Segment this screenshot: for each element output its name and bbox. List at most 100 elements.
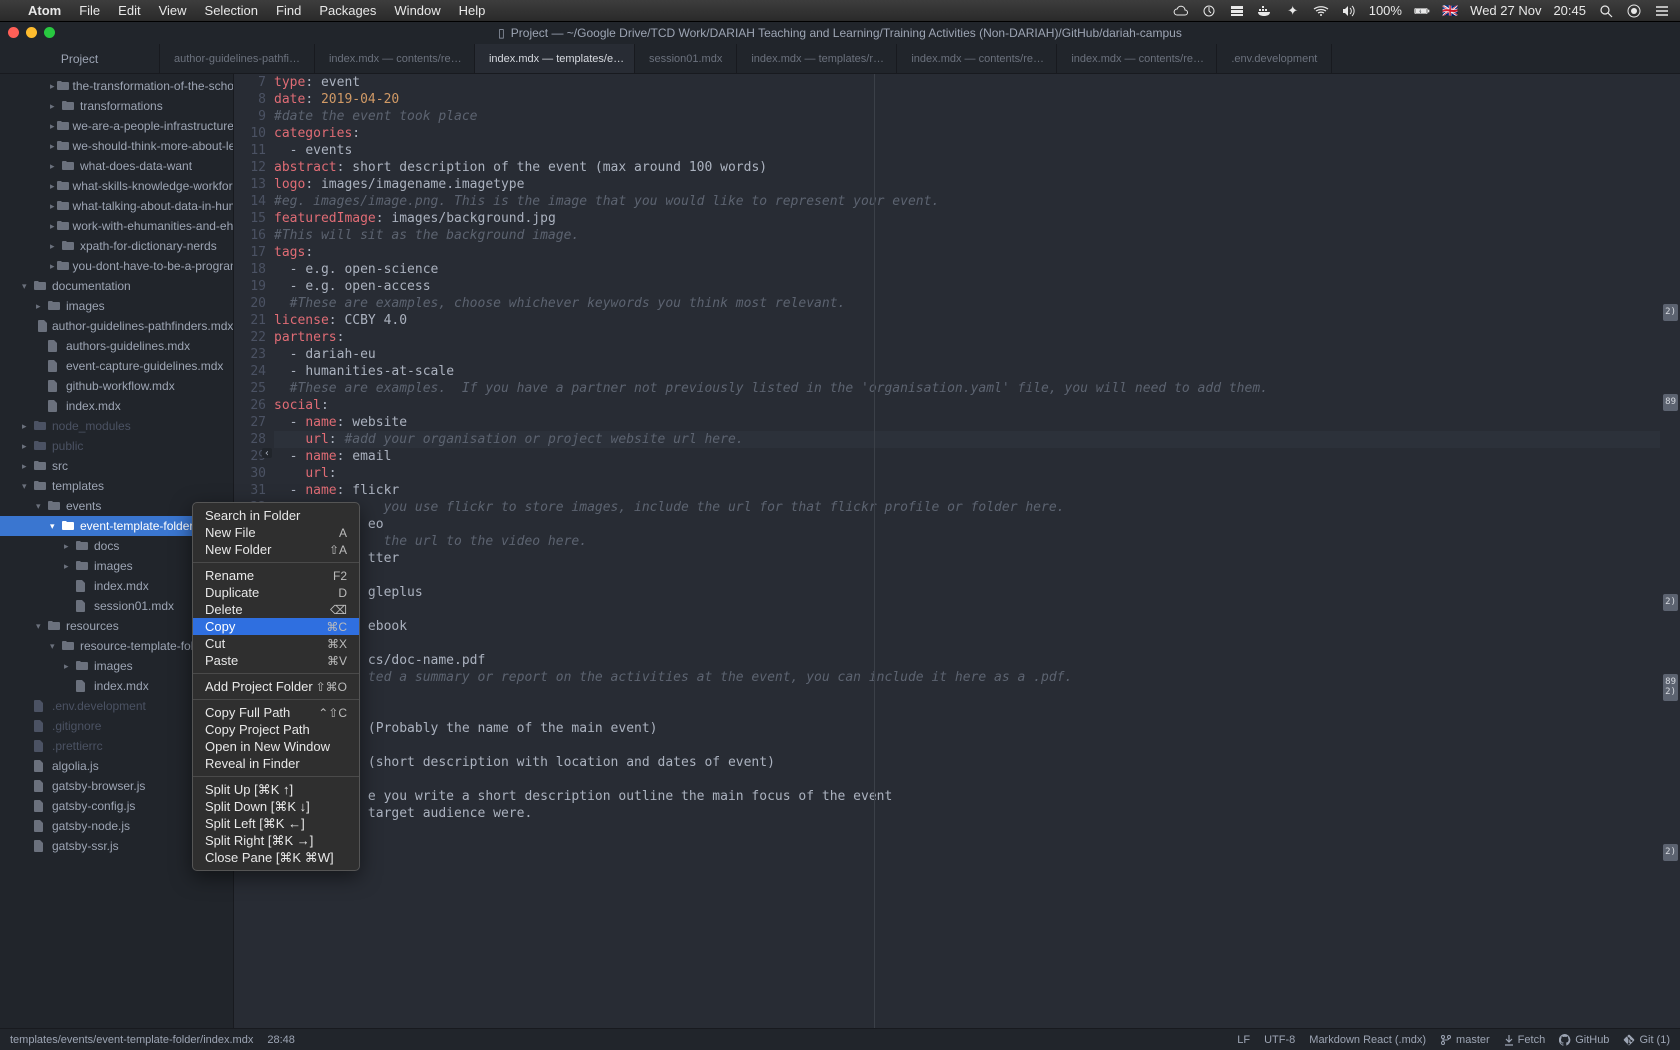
menu-item[interactable]: DuplicateD [193,584,359,601]
project-tab[interactable]: Project [0,44,160,73]
tree-folder[interactable]: ▸transformations [0,96,233,116]
menu-item[interactable]: Search in Folder [193,507,359,524]
menu-item[interactable]: Cut⌘X [193,635,359,652]
tree-folder[interactable]: ▸images [0,296,233,316]
menu-help[interactable]: Help [459,3,486,18]
menu-item[interactable]: Split Right [⌘K →] [193,832,359,849]
menu-window[interactable]: Window [394,3,440,18]
code-line[interactable]: #This will sit as the background image. [274,227,1660,244]
code-line[interactable]: ted a summary or report on the activitie… [274,669,1660,686]
menu-view[interactable]: View [159,3,187,18]
code-line[interactable]: abstract: short description of the event… [274,159,1660,176]
menu-find[interactable]: Find [276,3,301,18]
code-line[interactable]: type: event [274,74,1660,91]
wifi-icon[interactable] [1313,3,1329,19]
status-cursor[interactable]: 28:48 [267,1034,295,1046]
tree-folder[interactable]: ▸node_modules [0,416,233,436]
status-branch[interactable]: master [1440,1034,1490,1046]
chevron-icon[interactable]: ▸ [50,141,55,152]
menu-item[interactable]: New Folder⇧A [193,541,359,558]
menu-item[interactable]: Split Down [⌘K ↓] [193,798,359,815]
tree-file[interactable]: event-capture-guidelines.mdx [0,356,233,376]
menu-item[interactable]: Paste⌘V [193,652,359,669]
status-github[interactable]: GitHub [1559,1034,1609,1046]
chevron-icon[interactable]: ▸ [50,121,55,132]
menu-edit[interactable]: Edit [118,3,140,18]
tree-folder[interactable]: ▸xpath-for-dictionary-nerds [0,236,233,256]
cloud-icon[interactable] [1173,3,1189,19]
editor-tab[interactable]: index.mdx — contents/re… [1057,44,1217,73]
window-minimize-button[interactable] [26,27,37,38]
spotlight-icon[interactable] [1598,3,1614,19]
menubar-date[interactable]: Wed 27 Nov [1470,3,1541,18]
code-line[interactable]: - name: website [274,414,1660,431]
code-line[interactable]: (short description with location and dat… [274,754,1660,771]
code-line[interactable]: e you write a short description outline … [274,788,1660,805]
code-line[interactable]: url: [274,465,1660,482]
code-line[interactable]: #These are examples. If you have a partn… [274,380,1660,397]
tree-folder[interactable]: ▸what-does-data-want [0,156,233,176]
code-line[interactable]: tter [274,550,1660,567]
code-area[interactable]: ‹ type: eventdate: 2019-04-20#date the e… [274,74,1660,1028]
code-line[interactable]: featuredImage: images/background.jpg [274,210,1660,227]
code-line[interactable]: the url to the video here. [274,533,1660,550]
tree-folder[interactable]: ▸work-with-ehumanities-and-eherit [0,216,233,236]
code-line[interactable]: eo [274,516,1660,533]
chevron-icon[interactable]: ▸ [50,261,55,272]
menu-item[interactable]: Copy Project Path [193,721,359,738]
dropbox-icon[interactable]: ✦ [1285,3,1301,19]
code-line[interactable]: #eg. images/image.png. This is the image… [274,193,1660,210]
sync-icon[interactable] [1201,3,1217,19]
editor-tab[interactable]: author-guidelines-pathfi… [160,44,315,73]
code-line[interactable]: gleplus [274,584,1660,601]
chevron-icon[interactable]: ▸ [50,221,55,232]
chevron-icon[interactable]: ▸ [50,181,55,192]
status-encoding[interactable]: UTF-8 [1264,1034,1295,1046]
code-line[interactable]: - humanities-at-scale [274,363,1660,380]
code-line[interactable]: license: CCBY 4.0 [274,312,1660,329]
editor-tab[interactable]: index.mdx — contents/re… [315,44,475,73]
code-line[interactable]: target audience were. [274,805,1660,822]
code-line[interactable] [274,601,1660,618]
minimap-marker[interactable]: 2) [1663,304,1678,321]
tree-folder[interactable]: ▾templates [0,476,233,496]
code-line[interactable]: you use flickr to store images, include … [274,499,1660,516]
menu-file[interactable]: File [79,3,100,18]
app-menu[interactable]: Atom [28,3,61,18]
volume-icon[interactable] [1341,3,1357,19]
code-line[interactable]: - e.g. open-access [274,278,1660,295]
tree-folder[interactable]: ▸the-transformation-of-the-scholar [0,76,233,96]
editor-tab[interactable]: index.mdx — templates/r… [737,44,897,73]
tree-folder[interactable]: ▸we-should-think-more-about-learn [0,136,233,156]
tree-folder[interactable]: ▸you-dont-have-to-be-a-programm [0,256,233,276]
window-close-button[interactable] [8,27,19,38]
battery-icon[interactable] [1414,3,1430,19]
code-line[interactable]: categories: [274,125,1660,142]
chevron-icon[interactable]: ▾ [22,281,32,292]
code-line[interactable] [274,737,1660,754]
code-line[interactable]: - events [274,142,1660,159]
status-fetch[interactable]: Fetch [1504,1034,1546,1046]
status-git[interactable]: Git (1) [1623,1034,1670,1046]
minimap[interactable]: 2)892)892)2) [1660,74,1680,1028]
code-line[interactable]: #These are examples, choose whichever ke… [274,295,1660,312]
chevron-icon[interactable]: ▸ [50,81,55,92]
menu-selection[interactable]: Selection [205,3,258,18]
editor-tab[interactable]: index.mdx — contents/re… [897,44,1057,73]
tree-file[interactable]: author-guidelines-pathfinders.mdx [0,316,233,336]
chevron-icon[interactable]: ▸ [64,541,74,552]
code-line[interactable] [274,771,1660,788]
chevron-icon[interactable]: ▸ [50,161,60,172]
docker-icon[interactable] [1257,3,1273,19]
editor-tab[interactable]: session01.mdx [635,44,737,73]
tree-file[interactable]: github-workflow.mdx [0,376,233,396]
code-line[interactable]: - e.g. open-science [274,261,1660,278]
tree-folder[interactable]: ▸what-talking-about-data-in-huma [0,196,233,216]
flag-icon[interactable]: 🇬🇧 [1442,3,1458,19]
code-line[interactable] [274,686,1660,703]
minimap-marker[interactable]: 2) [1663,594,1678,611]
menu-item[interactable]: Split Up [⌘K ↑] [193,781,359,798]
status-path[interactable]: templates/events/event-template-folder/i… [10,1034,253,1046]
code-line[interactable] [274,567,1660,584]
chevron-icon[interactable]: ▸ [36,301,46,312]
